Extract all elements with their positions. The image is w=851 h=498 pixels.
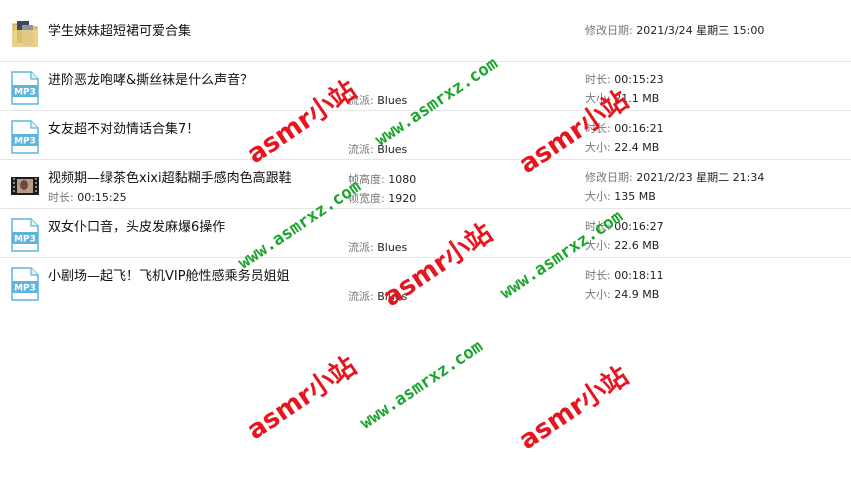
file-name: 视频期—绿茶色xixi超黏糊手感肉色高跟鞋 [48,171,292,186]
duration: 时长: 00:16:21 [585,122,664,135]
file-row[interactable]: 学生妹妹超短裙可爱合集 修改日期: 2021/3/24 星期三 15:00 [0,0,851,62]
genre: 流派: Blues [348,94,408,107]
file-size: 大小: 24.9 MB [585,288,660,301]
frame-width: 帧宽度: 1920 [348,192,417,205]
mp3-file-icon: MP3 [10,120,40,154]
svg-text:MP3: MP3 [14,235,36,245]
video-file-icon [10,169,40,203]
file-name: 双女仆口音，头皮发麻爆6操作 [48,220,226,235]
duration: 时长: 00:15:23 [585,73,664,86]
file-size: 大小: 22.4 MB [585,141,660,154]
genre: 流派: Blues [348,290,408,303]
folder-icon [10,16,40,50]
duration: 时长: 00:15:25 [48,191,127,204]
file-row[interactable]: MP3 小剧场—起飞！飞机VIP舱性感乘务员姐姐 流派: Blues 时长: 0… [0,258,851,307]
file-list: 学生妹妹超短裙可爱合集 修改日期: 2021/3/24 星期三 15:00 MP… [0,0,851,307]
watermark-red: asmr小站 [241,351,363,446]
mp3-file-icon: MP3 [10,267,40,301]
svg-text:MP3: MP3 [14,88,36,98]
modified-date: 修改日期: 2021/2/23 星期二 21:34 [585,171,765,184]
genre: 流派: Blues [348,143,408,156]
watermark-red: asmr小站 [513,361,635,456]
duration: 时长: 00:18:11 [585,269,664,282]
file-row[interactable]: MP3 进阶恶龙咆哮&撕丝袜是什么声音？ 流派: Blues 时长: 00:15… [0,62,851,111]
file-row[interactable]: MP3 女友超不对劲情话合集7！ 流派: Blues 时长: 00:16:21 … [0,111,851,160]
file-row[interactable]: MP3 双女仆口音，头皮发麻爆6操作 流派: Blues 时长: 00:16:2… [0,209,851,258]
file-size: 大小: 21.1 MB [585,92,660,105]
file-row[interactable]: 视频期—绿茶色xixi超黏糊手感肉色高跟鞋 时长: 00:15:25 帧高度: … [0,160,851,209]
duration: 时长: 00:16:27 [585,220,664,233]
watermark-green: www.asmrxz.com [356,336,487,434]
modified-date: 修改日期: 2021/3/24 星期三 15:00 [585,24,765,37]
file-name: 学生妹妹超短裙可爱合集 [48,24,192,39]
genre: 流派: Blues [348,241,408,254]
mp3-file-icon: MP3 [10,71,40,105]
file-name: 进阶恶龙咆哮&撕丝袜是什么声音？ [48,73,254,88]
file-size: 大小: 135 MB [585,190,656,203]
file-name: 女友超不对劲情话合集7！ [48,122,200,137]
svg-text:MP3: MP3 [14,137,36,147]
frame-height: 帧高度: 1080 [348,173,417,186]
file-name: 小剧场—起飞！飞机VIP舱性感乘务员姐姐 [48,269,290,284]
file-size: 大小: 22.6 MB [585,239,660,252]
mp3-file-icon: MP3 [10,218,40,252]
svg-text:MP3: MP3 [14,284,36,294]
